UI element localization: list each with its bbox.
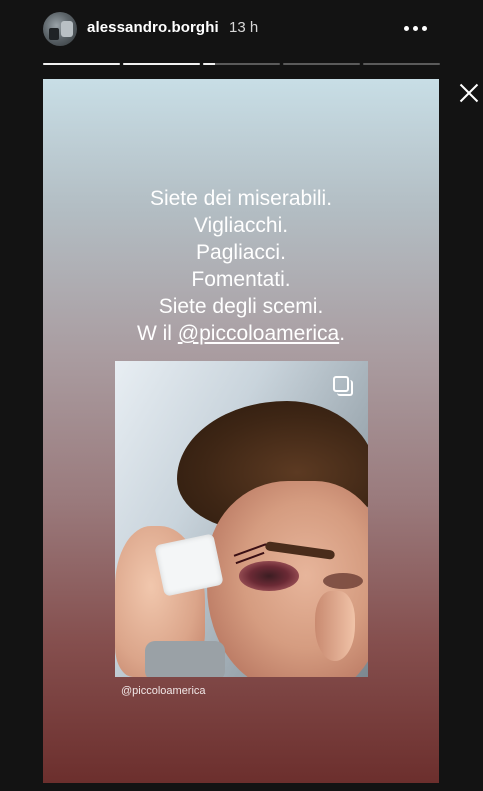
story-line-prefix: W il [136,322,178,345]
progress-segment [363,63,440,65]
story-line: Siete degli scemi. [158,295,324,318]
story-line-suffix: . [339,322,346,345]
story-line: Pagliacci. [196,241,286,264]
story-line: Vigliacchi. [193,214,289,237]
multi-photo-icon [333,376,353,396]
story-content[interactable]: Siete dei miserabili. Vigliacchi. Paglia… [43,79,439,783]
photo-caption-mention[interactable]: @piccoloamerica [121,685,206,697]
avatar[interactable] [43,12,77,46]
progress-segment-active [203,63,280,65]
story-header: alessandro.borghi 13 h [0,0,483,60]
more-options-icon[interactable] [404,18,430,38]
story-text: Siete dei miserabili. Vigliacchi. Paglia… [43,185,439,347]
story-line: Siete dei miserabili. [149,187,333,210]
username[interactable]: alessandro.borghi [87,19,219,36]
progress-segment [123,63,200,65]
mention-link[interactable]: @piccoloamerica [178,322,339,345]
progress-segment [283,63,360,65]
story-line: Fomentati. [191,268,291,291]
story-line: W il @piccoloamerica. [43,320,439,347]
close-icon[interactable] [457,81,481,105]
story-progress-bar [43,63,440,66]
shared-post-photo[interactable] [115,361,368,677]
post-time: 13 h [229,19,259,36]
progress-segment [43,63,120,65]
